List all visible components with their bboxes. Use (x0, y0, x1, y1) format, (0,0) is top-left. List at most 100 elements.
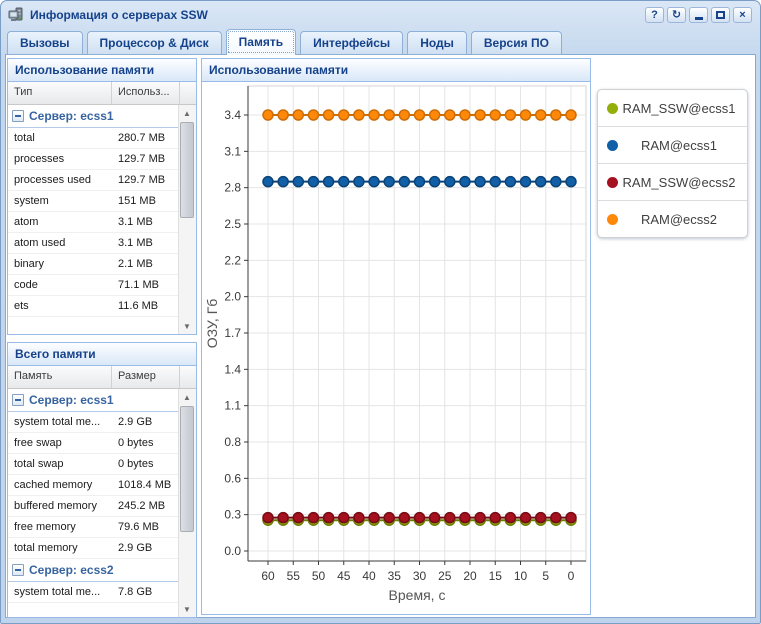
row-value: 2.9 GB (112, 412, 178, 432)
table-row[interactable]: binary 2.1 MB (8, 254, 178, 275)
help-button[interactable]: ? (645, 7, 664, 23)
tab-memory[interactable]: Память (226, 29, 296, 55)
row-name: atom (8, 212, 112, 232)
collapse-icon[interactable] (12, 564, 24, 576)
table-row[interactable]: free memory 79.6 MB (8, 517, 178, 538)
table-row[interactable]: total memory 2.9 GB (8, 538, 178, 559)
svg-text:25: 25 (438, 569, 452, 583)
vertical-scrollbar[interactable] (178, 105, 196, 334)
svg-text:2.8: 2.8 (224, 181, 241, 195)
row-name: system total me... (8, 412, 112, 432)
svg-text:2.5: 2.5 (224, 217, 241, 231)
app-window: Информация о серверах SSW ? ↻ × Вызовы П… (0, 0, 761, 624)
table-row[interactable]: processes used 129.7 MB (8, 170, 178, 191)
server-icon (8, 7, 24, 23)
group-label: Сервер: ecss1 (29, 109, 114, 123)
table-row[interactable]: total swap 0 bytes (8, 454, 178, 475)
window-title: Информация о серверах SSW (30, 8, 208, 22)
row-name: total memory (8, 538, 112, 558)
scroll-up-button[interactable] (179, 105, 195, 121)
table-row[interactable]: system total me... 7.8 GB (8, 582, 178, 603)
row-name: processes (8, 149, 112, 169)
svg-text:0.0: 0.0 (224, 544, 241, 558)
svg-text:15: 15 (489, 569, 503, 583)
chart-body: 6055504540353025201510503.43.12.82.52.22… (202, 82, 590, 614)
total-memory-panel: Всего памяти Память Размер Сервер: ecss1… (7, 342, 197, 618)
column-header-type[interactable]: Тип (8, 82, 112, 104)
row-value: 280.7 MB (112, 128, 178, 148)
table-row[interactable]: total 280.7 MB (8, 128, 178, 149)
svg-text:1.7: 1.7 (224, 326, 241, 340)
group-row-ecss2[interactable]: Сервер: ecss2 (8, 559, 178, 582)
row-name: free memory (8, 517, 112, 537)
row-value: 245.2 MB (112, 496, 178, 516)
table-row[interactable]: ets 11.6 MB (8, 296, 178, 317)
row-value: 3.1 MB (112, 212, 178, 232)
table-row[interactable]: free swap 0 bytes (8, 433, 178, 454)
legend-item-ram-ssw-ecss2[interactable]: RAM_SSW@ecss2 (598, 163, 747, 200)
legend-item-ram-ecss2[interactable]: RAM@ecss2 (598, 200, 747, 237)
group-row-ecss1[interactable]: Сервер: ecss1 (8, 389, 178, 412)
tab-cpu-disk[interactable]: Процессор & Диск (87, 31, 222, 55)
column-header-filler (180, 366, 196, 388)
svg-text:10: 10 (514, 569, 528, 583)
table-row[interactable]: cached memory 1018.4 MB (8, 475, 178, 496)
svg-text:40: 40 (362, 569, 376, 583)
svg-text:1.4: 1.4 (224, 362, 241, 376)
column-header-memory[interactable]: Память (8, 366, 112, 388)
row-value: 129.7 MB (112, 149, 178, 169)
tab-nodes[interactable]: Ноды (407, 31, 467, 55)
legend-item-ram-ssw-ecss1[interactable]: RAM_SSW@ecss1 (598, 90, 747, 126)
tab-version[interactable]: Версия ПО (471, 31, 562, 55)
row-name: ets (8, 296, 112, 316)
scroll-down-button[interactable] (179, 601, 195, 617)
tab-calls[interactable]: Вызовы (7, 31, 83, 55)
svg-text:2.0: 2.0 (224, 290, 241, 304)
row-value: 0 bytes (112, 454, 178, 474)
row-name: atom used (8, 233, 112, 253)
table-row[interactable]: processes 129.7 MB (8, 149, 178, 170)
group-row-ecss1[interactable]: Сервер: ecss1 (8, 105, 178, 128)
memory-usage-chart-panel: Использование памяти 6055504540353025201… (201, 58, 591, 615)
maximize-icon (716, 11, 725, 19)
memory-usage-chart[interactable]: 6055504540353025201510503.43.12.82.52.22… (202, 82, 590, 614)
collapse-icon[interactable] (12, 110, 24, 122)
collapse-icon[interactable] (12, 394, 24, 406)
row-name: total (8, 128, 112, 148)
row-value: 151 MB (112, 191, 178, 211)
scroll-up-button[interactable] (179, 389, 195, 405)
row-name: code (8, 275, 112, 295)
table-row[interactable]: atom used 3.1 MB (8, 233, 178, 254)
row-value: 79.6 MB (112, 517, 178, 537)
row-value: 1018.4 MB (112, 475, 178, 495)
svg-text:60: 60 (261, 569, 275, 583)
scroll-thumb[interactable] (180, 406, 194, 532)
row-value: 11.6 MB (112, 296, 178, 316)
series-color-dot (607, 103, 618, 114)
series-color-dot (607, 214, 618, 225)
maximize-button[interactable] (711, 7, 730, 23)
column-header-filler (180, 82, 196, 104)
table-row[interactable]: atom 3.1 MB (8, 212, 178, 233)
table-row[interactable]: system 151 MB (8, 191, 178, 212)
table-row[interactable]: buffered memory 245.2 MB (8, 496, 178, 517)
close-button[interactable]: × (733, 7, 752, 23)
table-row[interactable]: system total me... 2.9 GB (8, 412, 178, 433)
column-header-used[interactable]: Использ... (112, 82, 180, 104)
svg-text:1.1: 1.1 (224, 399, 241, 413)
legend-item-ram-ecss1[interactable]: RAM@ecss1 (598, 126, 747, 163)
scroll-thumb[interactable] (180, 122, 194, 218)
scroll-down-button[interactable] (179, 318, 195, 334)
panel-title: Всего памяти (8, 343, 196, 366)
panel-title: Использование памяти (202, 59, 590, 82)
column-header-size[interactable]: Размер (112, 366, 180, 388)
minimize-icon (695, 17, 703, 20)
refresh-button[interactable]: ↻ (667, 7, 686, 23)
minimize-button[interactable] (689, 7, 708, 23)
svg-text:0.3: 0.3 (224, 508, 241, 522)
svg-text:0: 0 (568, 569, 575, 583)
vertical-scrollbar[interactable] (178, 389, 196, 617)
table-row[interactable]: code 71.1 MB (8, 275, 178, 296)
svg-text:30: 30 (413, 569, 427, 583)
tab-interfaces[interactable]: Интерфейсы (300, 31, 403, 55)
